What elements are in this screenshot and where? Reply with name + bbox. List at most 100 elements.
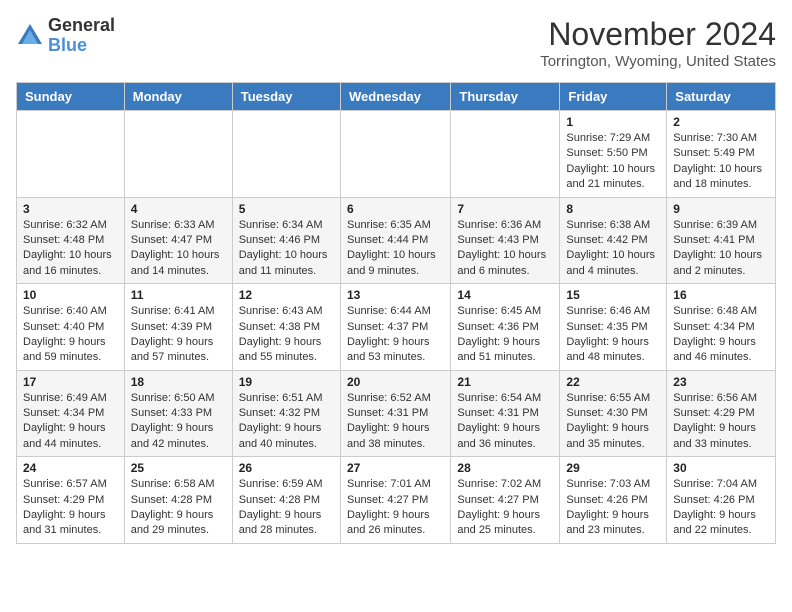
calendar-cell: 16 Sunrise: 6:48 AM Sunset: 4:34 PM Dayli… xyxy=(667,284,776,371)
day-info: Sunrise: 6:54 AM Sunset: 4:31 PM Dayligh… xyxy=(457,391,553,453)
calendar-header-friday: Friday xyxy=(560,83,667,111)
logo-general: General xyxy=(48,16,115,36)
day-info: Sunrise: 6:48 AM Sunset: 4:34 PM Dayligh… xyxy=(673,304,769,366)
day-info: Sunrise: 6:32 AM Sunset: 4:48 PM Dayligh… xyxy=(23,218,118,280)
day-number: 22 xyxy=(566,375,660,389)
calendar-cell xyxy=(232,111,340,198)
day-number: 3 xyxy=(23,202,118,216)
day-info: Sunrise: 6:40 AM Sunset: 4:40 PM Dayligh… xyxy=(23,304,118,366)
calendar-cell xyxy=(451,111,560,198)
day-number: 27 xyxy=(347,461,444,475)
calendar-cell: 26 Sunrise: 6:59 AM Sunset: 4:28 PM Dayli… xyxy=(232,457,340,544)
day-info: Sunrise: 7:02 AM Sunset: 4:27 PM Dayligh… xyxy=(457,477,553,539)
day-number: 28 xyxy=(457,461,553,475)
calendar-cell: 21 Sunrise: 6:54 AM Sunset: 4:31 PM Dayli… xyxy=(451,370,560,457)
day-info: Sunrise: 6:44 AM Sunset: 4:37 PM Dayligh… xyxy=(347,304,444,366)
day-number: 8 xyxy=(566,202,660,216)
calendar-cell: 1 Sunrise: 7:29 AM Sunset: 5:50 PM Daylig… xyxy=(560,111,667,198)
day-number: 16 xyxy=(673,288,769,302)
calendar-cell: 9 Sunrise: 6:39 AM Sunset: 4:41 PM Daylig… xyxy=(667,197,776,284)
day-info: Sunrise: 6:52 AM Sunset: 4:31 PM Dayligh… xyxy=(347,391,444,453)
day-number: 23 xyxy=(673,375,769,389)
calendar-cell: 20 Sunrise: 6:52 AM Sunset: 4:31 PM Dayli… xyxy=(340,370,450,457)
calendar-cell xyxy=(17,111,125,198)
calendar-cell: 23 Sunrise: 6:56 AM Sunset: 4:29 PM Dayli… xyxy=(667,370,776,457)
calendar-cell: 7Sunrise: 6:36 AM Sunset: 4:43 PM Daylig… xyxy=(451,197,560,284)
calendar-cell: 18 Sunrise: 6:50 AM Sunset: 4:33 PM Dayli… xyxy=(124,370,232,457)
day-info: Sunrise: 6:43 AM Sunset: 4:38 PM Dayligh… xyxy=(239,304,334,366)
day-info: Sunrise: 6:33 AM Sunset: 4:47 PM Dayligh… xyxy=(131,218,226,280)
day-number: 5 xyxy=(239,202,334,216)
calendar-header-monday: Monday xyxy=(124,83,232,111)
day-number: 6 xyxy=(347,202,444,216)
calendar-cell: 13 Sunrise: 6:44 AM Sunset: 4:37 PM Dayli… xyxy=(340,284,450,371)
calendar-cell: 25 Sunrise: 6:58 AM Sunset: 4:28 PM Dayli… xyxy=(124,457,232,544)
day-number: 30 xyxy=(673,461,769,475)
day-info: Sunrise: 6:39 AM Sunset: 4:41 PM Dayligh… xyxy=(673,218,769,280)
calendar-cell: 2 Sunrise: 7:30 AM Sunset: 5:49 PM Daylig… xyxy=(667,111,776,198)
calendar-cell: 12 Sunrise: 6:43 AM Sunset: 4:38 PM Dayli… xyxy=(232,284,340,371)
day-info: Sunrise: 7:04 AM Sunset: 4:26 PM Dayligh… xyxy=(673,477,769,539)
day-number: 20 xyxy=(347,375,444,389)
day-number: 18 xyxy=(131,375,226,389)
day-info: Sunrise: 6:59 AM Sunset: 4:28 PM Dayligh… xyxy=(239,477,334,539)
day-number: 9 xyxy=(673,202,769,216)
logo-blue: Blue xyxy=(48,36,115,56)
day-number: 21 xyxy=(457,375,553,389)
day-number: 15 xyxy=(566,288,660,302)
calendar-header-tuesday: Tuesday xyxy=(232,83,340,111)
calendar-cell: 17 Sunrise: 6:49 AM Sunset: 4:34 PM Dayli… xyxy=(17,370,125,457)
day-info: Sunrise: 6:50 AM Sunset: 4:33 PM Dayligh… xyxy=(131,391,226,453)
calendar-week-4: 24 Sunrise: 6:57 AM Sunset: 4:29 PM Dayli… xyxy=(17,457,776,544)
month-title: November 2024 xyxy=(540,16,776,53)
day-number: 1 xyxy=(566,115,660,129)
calendar-cell xyxy=(124,111,232,198)
day-number: 12 xyxy=(239,288,334,302)
day-number: 17 xyxy=(23,375,118,389)
calendar-header-wednesday: Wednesday xyxy=(340,83,450,111)
calendar-header-thursday: Thursday xyxy=(451,83,560,111)
day-number: 4 xyxy=(131,202,226,216)
calendar-cell: 10 Sunrise: 6:40 AM Sunset: 4:40 PM Dayli… xyxy=(17,284,125,371)
calendar-cell: 30 Sunrise: 7:04 AM Sunset: 4:26 PM Dayli… xyxy=(667,457,776,544)
day-info: Sunrise: 6:57 AM Sunset: 4:29 PM Dayligh… xyxy=(23,477,118,539)
day-info: Sunrise: 6:46 AM Sunset: 4:35 PM Dayligh… xyxy=(566,304,660,366)
calendar-week-2: 10 Sunrise: 6:40 AM Sunset: 4:40 PM Dayli… xyxy=(17,284,776,371)
calendar-week-0: 1 Sunrise: 7:29 AM Sunset: 5:50 PM Daylig… xyxy=(17,111,776,198)
logo: General Blue xyxy=(16,16,115,56)
day-info: Sunrise: 6:49 AM Sunset: 4:34 PM Dayligh… xyxy=(23,391,118,453)
calendar-cell xyxy=(340,111,450,198)
calendar-week-1: 3 Sunrise: 6:32 AM Sunset: 4:48 PM Daylig… xyxy=(17,197,776,284)
calendar-cell: 22Sunrise: 6:55 AM Sunset: 4:30 PM Dayli… xyxy=(560,370,667,457)
calendar-cell: 5 Sunrise: 6:34 AM Sunset: 4:46 PM Daylig… xyxy=(232,197,340,284)
logo-text: General Blue xyxy=(48,16,115,56)
calendar-cell: 11Sunrise: 6:41 AM Sunset: 4:39 PM Dayli… xyxy=(124,284,232,371)
calendar-week-3: 17 Sunrise: 6:49 AM Sunset: 4:34 PM Dayli… xyxy=(17,370,776,457)
calendar-cell: 15 Sunrise: 6:46 AM Sunset: 4:35 PM Dayli… xyxy=(560,284,667,371)
calendar-header-row: SundayMondayTuesdayWednesdayThursdayFrid… xyxy=(17,83,776,111)
calendar-cell: 3 Sunrise: 6:32 AM Sunset: 4:48 PM Daylig… xyxy=(17,197,125,284)
logo-icon xyxy=(16,22,44,50)
calendar-cell: 8Sunrise: 6:38 AM Sunset: 4:42 PM Daylig… xyxy=(560,197,667,284)
day-info: Sunrise: 7:01 AM Sunset: 4:27 PM Dayligh… xyxy=(347,477,444,539)
day-number: 13 xyxy=(347,288,444,302)
day-number: 24 xyxy=(23,461,118,475)
day-number: 25 xyxy=(131,461,226,475)
day-info: Sunrise: 6:56 AM Sunset: 4:29 PM Dayligh… xyxy=(673,391,769,453)
day-number: 10 xyxy=(23,288,118,302)
calendar-header-sunday: Sunday xyxy=(17,83,125,111)
day-number: 19 xyxy=(239,375,334,389)
calendar-cell: 27 Sunrise: 7:01 AM Sunset: 4:27 PM Dayli… xyxy=(340,457,450,544)
day-number: 2 xyxy=(673,115,769,129)
calendar-cell: 6Sunrise: 6:35 AM Sunset: 4:44 PM Daylig… xyxy=(340,197,450,284)
day-info: Sunrise: 7:30 AM Sunset: 5:49 PM Dayligh… xyxy=(673,131,769,193)
day-info: Sunrise: 7:29 AM Sunset: 5:50 PM Dayligh… xyxy=(566,131,660,193)
calendar-cell: 4 Sunrise: 6:33 AM Sunset: 4:47 PM Daylig… xyxy=(124,197,232,284)
calendar-header-saturday: Saturday xyxy=(667,83,776,111)
day-number: 7 xyxy=(457,202,553,216)
day-info: Sunrise: 6:34 AM Sunset: 4:46 PM Dayligh… xyxy=(239,218,334,280)
day-info: Sunrise: 6:41 AM Sunset: 4:39 PM Dayligh… xyxy=(131,304,226,366)
day-info: Sunrise: 6:58 AM Sunset: 4:28 PM Dayligh… xyxy=(131,477,226,539)
day-number: 26 xyxy=(239,461,334,475)
calendar-cell: 14Sunrise: 6:45 AM Sunset: 4:36 PM Dayli… xyxy=(451,284,560,371)
